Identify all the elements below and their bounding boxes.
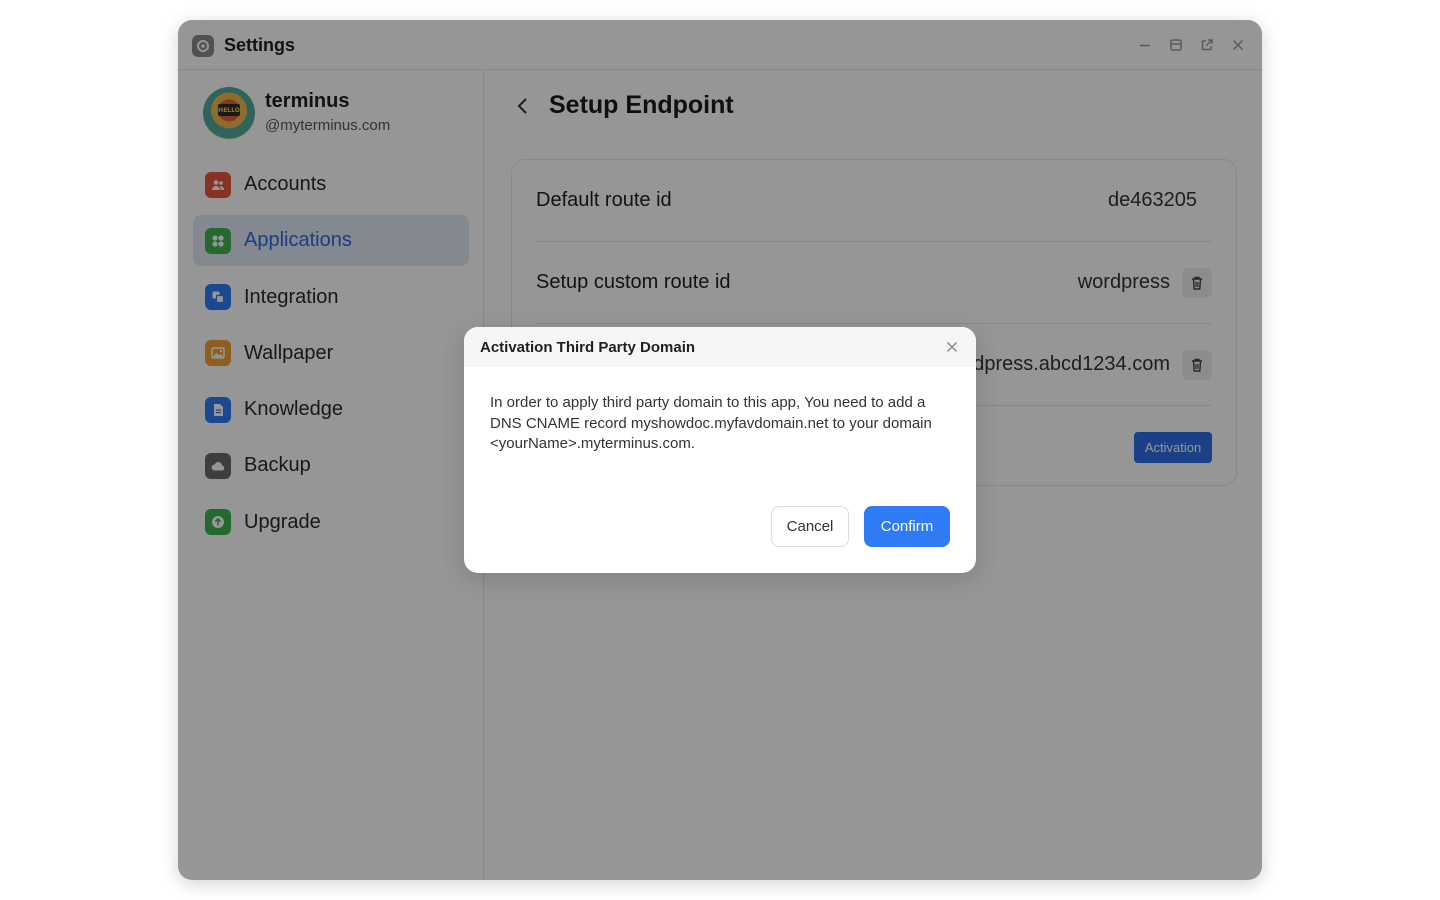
confirm-button[interactable]: Confirm (864, 506, 950, 547)
dialog-header: Activation Third Party Domain (464, 327, 976, 367)
close-icon[interactable] (944, 339, 960, 355)
dialog-title: Activation Third Party Domain (480, 338, 696, 356)
dialog-actions: Cancel Confirm (771, 506, 950, 547)
dialog-message: In order to apply third party domain to … (490, 394, 932, 452)
cancel-button[interactable]: Cancel (771, 506, 849, 547)
activation-dialog: Activation Third Party Domain In order t… (464, 327, 976, 573)
